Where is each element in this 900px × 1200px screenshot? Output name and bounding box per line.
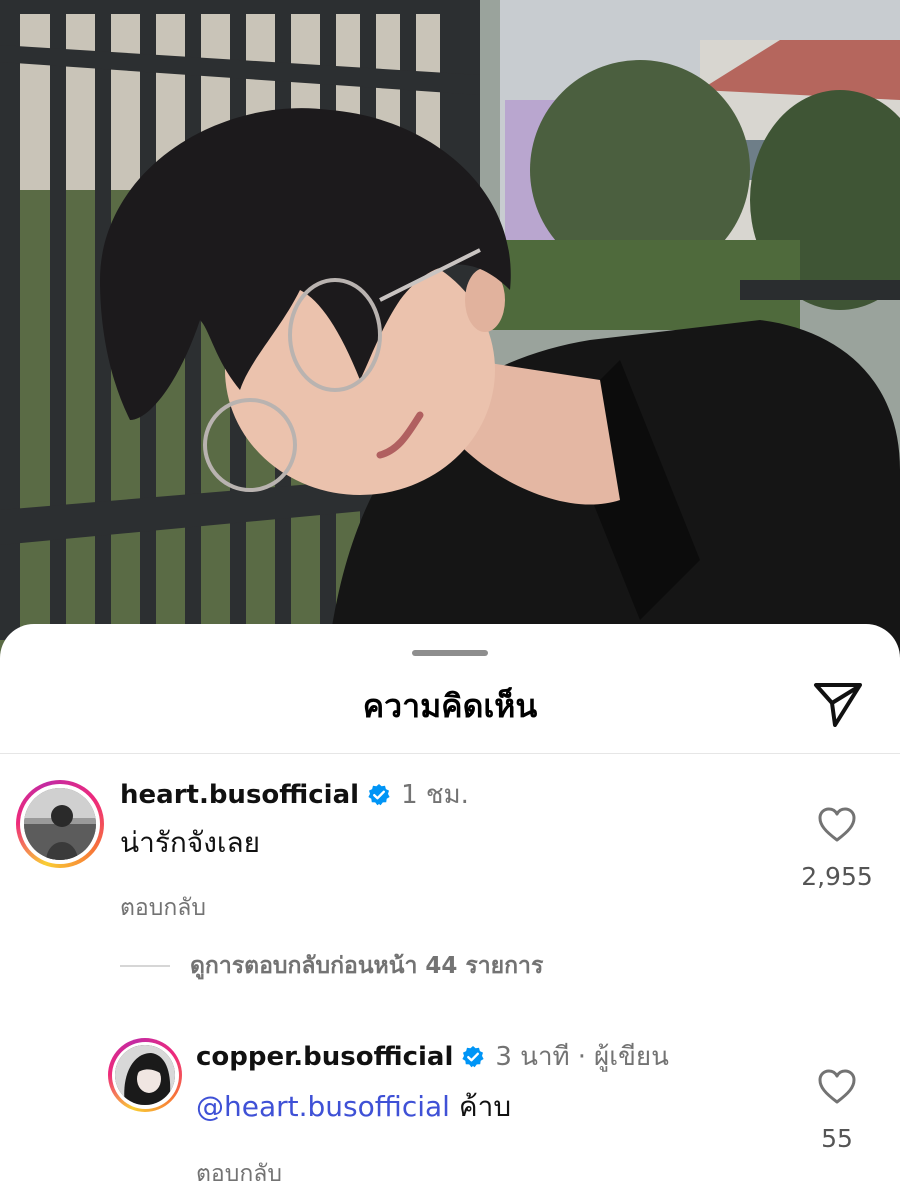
reply-body: ค้าบ [458, 1090, 512, 1123]
heart-icon [817, 807, 857, 848]
post-photo [0, 0, 900, 700]
reply-username[interactable]: copper.busofficial [196, 1040, 453, 1074]
sheet-grabber-handle[interactable] [412, 650, 488, 656]
verified-badge-icon [461, 1045, 485, 1069]
like-button[interactable] [817, 1068, 857, 1106]
reply-button[interactable]: ตอบกลับ [120, 890, 206, 926]
view-previous-replies-button[interactable]: ดูการตอบกลับก่อนหน้า 44 รายการ [120, 948, 543, 984]
send-icon [813, 681, 863, 731]
comment-username[interactable]: heart.busofficial [120, 778, 359, 812]
comment-timestamp: 1 ชม. [401, 780, 469, 810]
view-replies-label: ดูการตอบกลับก่อนหน้า 44 รายการ [190, 953, 544, 979]
reply-timestamp: 3 นาที [495, 1042, 570, 1072]
reply-button[interactable]: ตอบกลับ [196, 1156, 282, 1192]
like-count: 55 [821, 1124, 853, 1153]
header-divider [0, 753, 900, 754]
author-badge: ผู้เขียน [593, 1042, 669, 1072]
replies-divider-line [120, 965, 170, 967]
like-count: 2,955 [801, 862, 873, 891]
comments-sheet: ความคิดเห็น heart.busofficial 1 ชม. น่าร… [0, 624, 900, 1200]
comment-text: น่ารักจังเลย [120, 826, 261, 859]
mention-link[interactable]: @heart.busofficial [196, 1090, 450, 1123]
reply-item: copper.busofficial 3 นาที · ผู้เขียน @he… [0, 1038, 900, 1188]
like-button[interactable] [817, 806, 857, 844]
comment-item: heart.busofficial 1 ชม. น่ารักจังเลย ตอบ… [0, 774, 900, 921]
share-button[interactable] [810, 680, 866, 732]
avatar[interactable] [16, 780, 104, 868]
sheet-title: ความคิดเห็น [362, 687, 538, 725]
reply-text: @heart.busofficial ค้าบ [196, 1088, 511, 1126]
avatar[interactable] [108, 1038, 182, 1112]
heart-icon [817, 1069, 857, 1110]
separator-dot: · [577, 1042, 586, 1072]
verified-badge-icon [367, 783, 391, 807]
